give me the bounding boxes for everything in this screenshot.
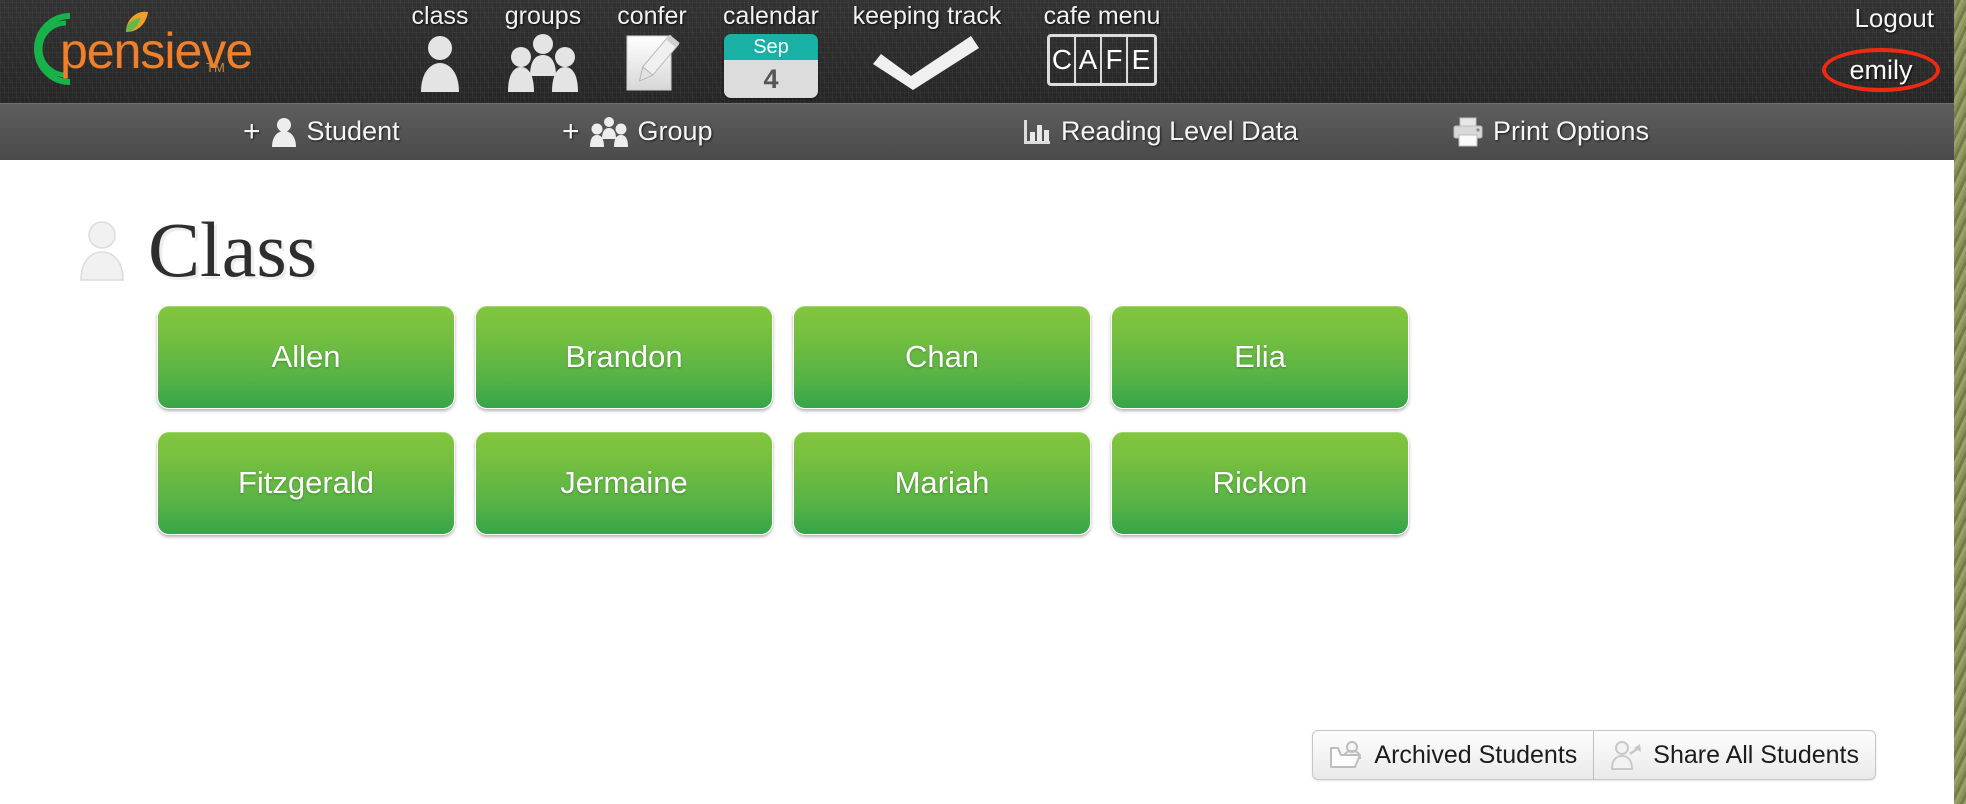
cafe-letter-e: E [1131, 44, 1151, 75]
printer-icon [1452, 117, 1484, 147]
archive-folder-person-icon [1329, 740, 1363, 770]
bottom-action-group: Archived Students Share All Students [1312, 730, 1876, 780]
nav-confer[interactable]: confer [597, 0, 707, 103]
calendar-month: Sep [724, 34, 818, 60]
current-user-badge[interactable]: emily [1822, 48, 1940, 92]
add-student-button[interactable]: + Student [243, 103, 400, 160]
print-options-label: Print Options [1493, 116, 1650, 146]
student-button[interactable]: Brandon [475, 305, 773, 409]
cafe-letter-a: A [1076, 37, 1102, 83]
page-root: pensieve TM class groups confer calendar… [0, 0, 1966, 804]
add-student-plus: + [243, 114, 261, 148]
person-icon [417, 34, 463, 100]
top-header-bar: pensieve TM class groups confer calendar… [0, 0, 1954, 103]
pensieve-logo[interactable]: pensieve TM [8, 6, 268, 92]
main-content: Class Allen Brandon Chan Elia Fitzgerald… [0, 160, 1954, 804]
share-all-students-button[interactable]: Share All Students [1594, 730, 1876, 780]
page-title: Class [148, 206, 318, 293]
student-button[interactable]: Mariah [793, 431, 1091, 535]
student-button[interactable]: Chan [793, 305, 1091, 409]
student-button[interactable]: Rickon [1111, 431, 1409, 535]
svg-text:TM: TM [206, 60, 225, 75]
add-student-label: Student [306, 116, 400, 146]
cafe-icon: C A F E [1047, 34, 1157, 100]
nav-groups-label: groups [504, 2, 582, 30]
add-group-plus: + [562, 114, 580, 148]
nav-confer-label: confer [617, 2, 687, 30]
nav-cafe-menu-label: cafe menu [1043, 2, 1161, 30]
archived-students-label: Archived Students [1374, 740, 1578, 769]
nav-class[interactable]: class [390, 0, 490, 103]
person-icon [78, 219, 126, 281]
checkmark-icon [867, 34, 987, 100]
share-person-icon [1610, 740, 1642, 770]
add-group-label: Group [637, 116, 713, 146]
reading-level-data-label: Reading Level Data [1061, 116, 1299, 146]
page-edge-strip [1954, 0, 1966, 804]
secondary-toolbar: + Student + Group Reading Level Data Pri… [0, 103, 1954, 160]
user-name-label: emily [1849, 54, 1913, 85]
calendar-day: 4 [724, 60, 818, 98]
student-button[interactable]: Fitzgerald [157, 431, 455, 535]
note-pencil-icon [621, 34, 683, 100]
add-person-icon [270, 117, 298, 147]
logout-link[interactable]: Logout [1854, 0, 1934, 36]
add-group-icon [589, 116, 629, 147]
student-button[interactable]: Jermaine [475, 431, 773, 535]
bar-chart-icon [1022, 118, 1052, 146]
nav-calendar-label: calendar [723, 2, 819, 30]
print-options-button[interactable]: Print Options [1452, 103, 1649, 160]
nav-keeping-track-label: keeping track [852, 2, 1002, 30]
student-grid: Allen Brandon Chan Elia Fitzgerald Jerma… [157, 305, 1410, 535]
reading-level-data-button[interactable]: Reading Level Data [1022, 103, 1298, 160]
nav-class-label: class [411, 2, 469, 30]
archived-students-button[interactable]: Archived Students [1312, 730, 1595, 780]
calendar-icon: Sep 4 [724, 34, 818, 100]
student-button[interactable]: Allen [157, 305, 455, 409]
add-group-button[interactable]: + Group [562, 103, 713, 160]
nav-keeping-track[interactable]: keeping track [835, 0, 1019, 103]
nav-calendar[interactable]: calendar Sep 4 [709, 0, 833, 103]
page-title-row: Class [78, 208, 317, 292]
nav-cafe-menu[interactable]: cafe menu C A F E [1020, 0, 1184, 103]
share-all-students-label: Share All Students [1653, 740, 1859, 769]
cafe-letter-f: F [1102, 37, 1128, 83]
cafe-letter-c: C [1050, 37, 1076, 83]
group-icon [505, 34, 581, 100]
nav-groups[interactable]: groups [491, 0, 595, 103]
student-button[interactable]: Elia [1111, 305, 1409, 409]
